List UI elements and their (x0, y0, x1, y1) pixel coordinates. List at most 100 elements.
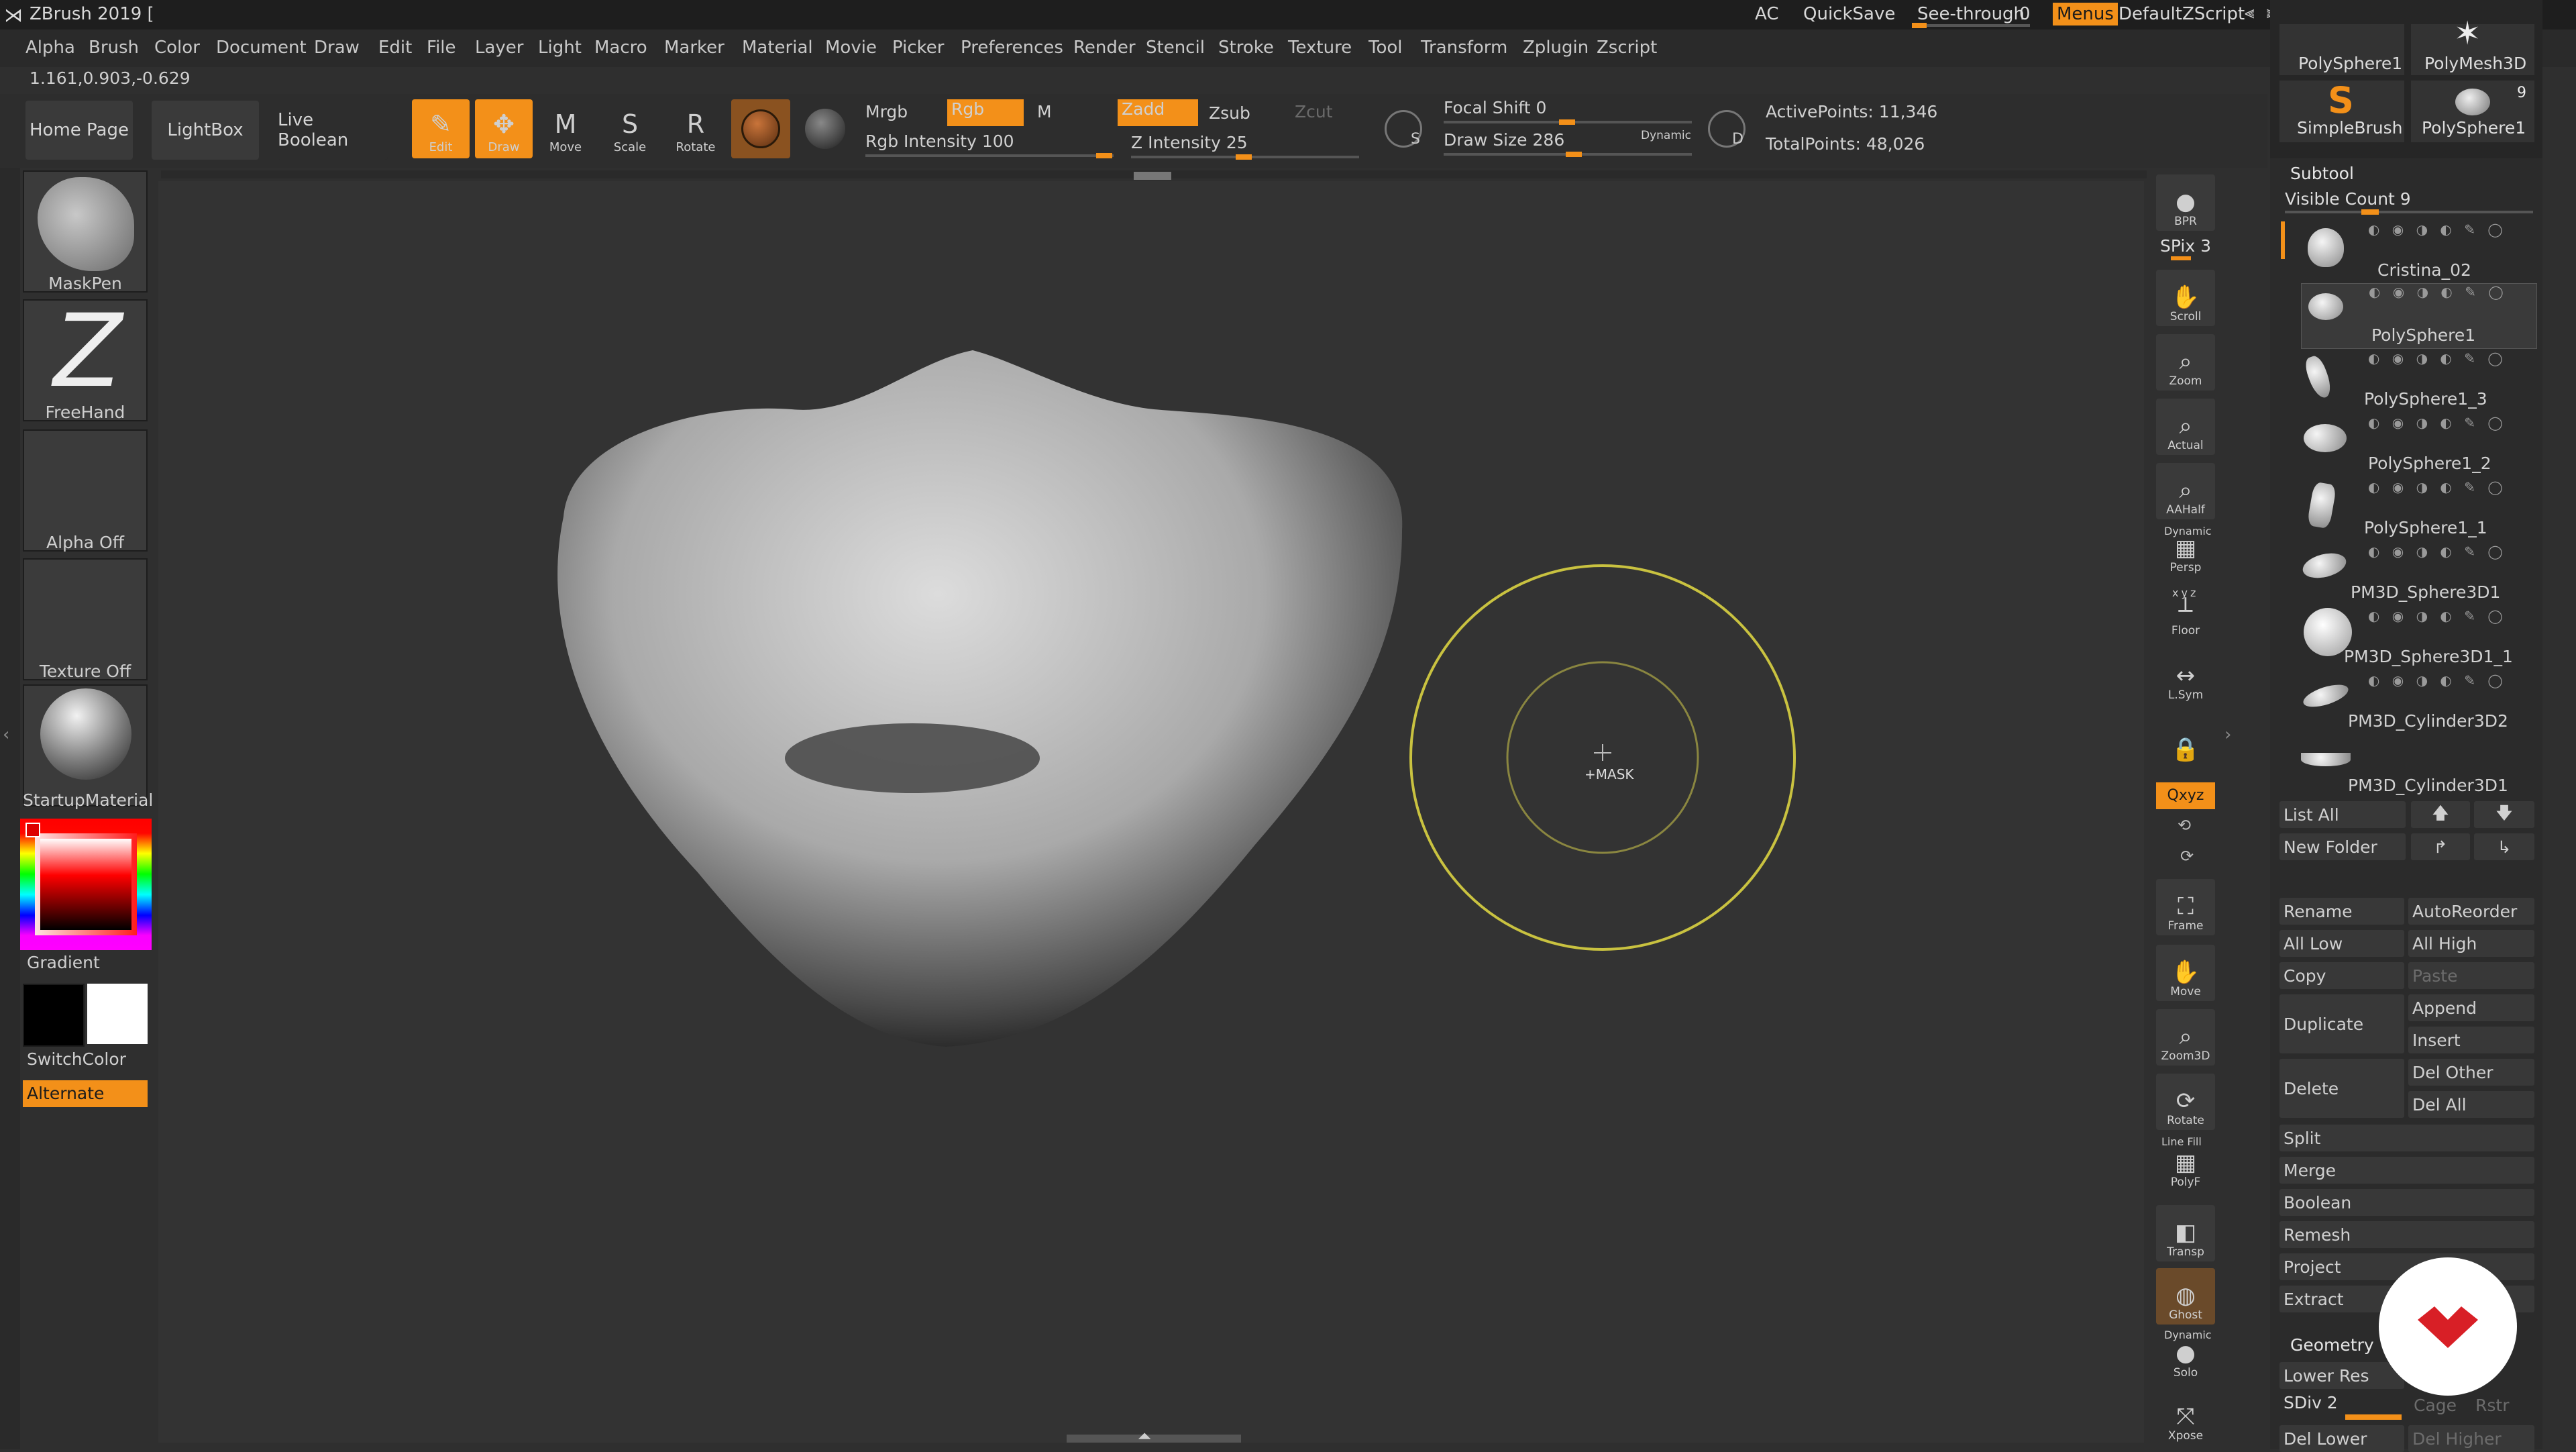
bpr-button[interactable]: ● BPR (2156, 174, 2215, 231)
subtool-row-polysphere1-2[interactable]: ◐ ◉ ◑ ◐ ✎ ◯ PolySphere1_2 (2294, 415, 2536, 479)
qxyz-button[interactable]: Qxyz (2156, 782, 2215, 809)
subtool-row-controls[interactable]: ◐ ◉ ◑ ◐ ✎ ◯ (2369, 284, 2508, 300)
menu-tool[interactable]: Tool (1368, 38, 1403, 58)
menu-zscript[interactable]: Zscript (1597, 38, 1657, 58)
rgb-button[interactable]: Rgb (947, 99, 1024, 126)
insert-button[interactable]: Insert (2408, 1027, 2534, 1053)
lazy-mouse-icon[interactable]: S (1385, 110, 1422, 148)
canvas-bottom-arrow-icon[interactable]: ⏶ (1138, 1427, 1152, 1447)
left-tray-toggle-icon[interactable]: ‹ (3, 725, 9, 745)
menu-light[interactable]: Light (538, 38, 582, 58)
move-down-arrow-icon[interactable]: 🡇 (2474, 801, 2534, 828)
sculpt-model[interactable] (483, 335, 1422, 1074)
mrgb-button[interactable]: Mrgb (865, 102, 908, 121)
subtool-row-pm3d-cylinder3d1[interactable]: PM3D_Cylinder3D1 (2294, 737, 2536, 801)
sdiv-label[interactable]: SDiv 2 (2284, 1393, 2338, 1412)
rotate-mode-button[interactable]: R Rotate (667, 99, 724, 158)
subtool-row-pm3d-sphere3d1[interactable]: ◐ ◉ ◑ ◐ ✎ ◯ PM3D_Sphere3D1 (2294, 543, 2536, 608)
all-low-button[interactable]: All Low (2279, 930, 2404, 957)
ac-button[interactable]: AC (1755, 4, 1778, 24)
subtool-row-cristina-02[interactable]: ◐ ◉ ◑ ◐ ✎ ◯ Cristina_02 (2294, 221, 2536, 286)
see-through-slider[interactable] (1912, 24, 2030, 27)
geometry-header[interactable]: Geometry (2290, 1335, 2374, 1355)
menu-stencil[interactable]: Stencil (1146, 38, 1205, 58)
subtool-row-polysphere1-3[interactable]: ◐ ◉ ◑ ◐ ✎ ◯ PolySphere1_3 (2294, 350, 2536, 415)
main-color-swatch[interactable] (23, 984, 85, 1047)
polyf-button[interactable]: ▦ PolyF (2156, 1145, 2215, 1192)
subtool-row-pm3d-cylinder3d2[interactable]: ◐ ◉ ◑ ◐ ✎ ◯ PM3D_Cylinder3D2 (2294, 672, 2536, 737)
merge-button[interactable]: Merge (2279, 1157, 2534, 1184)
draw-size-handle[interactable] (1566, 152, 1582, 157)
menu-alpha[interactable]: Alpha (25, 38, 75, 58)
right-tray-toggle-icon[interactable]: › (2224, 725, 2231, 745)
menu-layer[interactable]: Layer (475, 38, 524, 58)
menu-picker[interactable]: Picker (892, 38, 944, 58)
sdiv-slider-handle[interactable] (2345, 1414, 2402, 1420)
folder-up-icon[interactable]: ↱ (2411, 833, 2470, 860)
menu-movie[interactable]: Movie (825, 38, 877, 58)
new-folder-button[interactable]: New Folder (2279, 833, 2406, 860)
subtool-row-controls[interactable]: ◐ ◉ ◑ ◐ ✎ ◯ (2368, 608, 2507, 624)
m-button[interactable]: M (1037, 102, 1052, 121)
canvas-bottom-scrollbar[interactable] (1067, 1435, 1241, 1443)
rgb-intensity-slider[interactable] (865, 154, 1114, 157)
subtool-row-controls[interactable]: ◐ ◉ ◑ ◐ ✎ ◯ (2368, 221, 2507, 238)
actual-button[interactable]: ⌕ Actual (2156, 399, 2215, 455)
cage-button[interactable]: Cage (2414, 1396, 2457, 1415)
menu-macro[interactable]: Macro (594, 38, 647, 58)
rgb-intensity-label[interactable]: Rgb Intensity 100 (865, 132, 1014, 151)
autoreorder-button[interactable]: AutoReorder (2408, 898, 2534, 925)
subtool-row-controls[interactable]: ◐ ◉ ◑ ◐ ✎ ◯ (2368, 479, 2507, 495)
z-intensity-label[interactable]: Z Intensity 25 (1131, 133, 1248, 152)
subtool-row-polysphere1[interactable]: ◐ ◉ ◑ ◐ ✎ ◯ PolySphere1 (2301, 283, 2537, 349)
edit-mode-button[interactable]: ✎ Edit (412, 99, 470, 158)
remesh-button[interactable]: Remesh (2279, 1221, 2534, 1248)
delete-button[interactable]: Delete (2279, 1059, 2404, 1118)
rstr-button[interactable]: Rstr (2475, 1396, 2509, 1415)
live-boolean-button[interactable]: Live Boolean (278, 101, 388, 160)
dynamic-icon[interactable]: D (1708, 110, 1746, 148)
spix-slider-handle[interactable] (2171, 256, 2191, 260)
del-higher-button[interactable]: Del Higher (2408, 1425, 2534, 1452)
persp-button[interactable]: ▦ Persp (2156, 535, 2215, 577)
layout-left-icon[interactable]: ⫷ (2245, 3, 2267, 23)
default-zscript[interactable]: DefaultZScript (2118, 4, 2245, 24)
all-high-button[interactable]: All High (2408, 930, 2534, 957)
append-button[interactable]: Append (2408, 994, 2534, 1021)
draw-mode-button[interactable]: ✥ Draw (475, 99, 533, 158)
scroll-button[interactable]: ✋ Scroll (2156, 270, 2215, 326)
lock-button[interactable]: 🔒 (2156, 722, 2215, 765)
lower-res-button[interactable]: Lower Res (2279, 1362, 2404, 1389)
visible-count-label[interactable]: Visible Count 9 (2285, 189, 2411, 209)
move-view-button[interactable]: ✋ Move (2156, 945, 2215, 1001)
move-up-arrow-icon[interactable]: 🡅 (2411, 801, 2470, 828)
focal-shift-handle[interactable] (1559, 119, 1575, 125)
rotate-view-button[interactable]: ⟳ Rotate (2156, 1074, 2215, 1130)
material-picker-button[interactable] (731, 99, 790, 158)
visible-count-handle[interactable] (2361, 209, 2379, 215)
menus-toggle[interactable]: Menus (2053, 3, 2118, 25)
subtool-header[interactable]: Subtool (2290, 164, 2354, 183)
subtool-row-controls[interactable]: ◐ ◉ ◑ ◐ ✎ ◯ (2368, 350, 2507, 366)
duplicate-button[interactable]: Duplicate (2279, 994, 2404, 1053)
transp-button[interactable]: ◧ Transp (2156, 1205, 2215, 1261)
move-mode-button[interactable]: M Move (537, 99, 594, 158)
menu-edit[interactable]: Edit (378, 38, 412, 58)
quicksave-button[interactable]: QuickSave (1803, 4, 1895, 24)
zcut-button[interactable]: Zcut (1295, 102, 1333, 121)
split-button[interactable]: Split (2279, 1125, 2534, 1151)
menu-material[interactable]: Material (742, 38, 813, 58)
home-page-button[interactable]: Home Page (25, 101, 133, 160)
subtool-row-controls[interactable]: ◐ ◉ ◑ ◐ ✎ ◯ (2368, 415, 2507, 431)
rgb-intensity-handle[interactable] (1096, 153, 1112, 158)
aahalf-button[interactable]: ⌕ AAHalf (2156, 463, 2215, 519)
copy-button[interactable]: Copy (2279, 962, 2404, 989)
rotate-z-icon[interactable]: ⟳ (2180, 847, 2194, 866)
gradient-label[interactable]: Gradient (27, 953, 100, 972)
alternate-button[interactable]: Alternate (23, 1080, 148, 1107)
lightbox-button[interactable]: LightBox (152, 101, 259, 160)
subtool-row-controls[interactable]: ◐ ◉ ◑ ◐ ✎ ◯ (2368, 672, 2507, 688)
list-all-button[interactable]: List All (2279, 801, 2406, 828)
subtool-row-controls[interactable]: ◐ ◉ ◑ ◐ ✎ ◯ (2368, 543, 2507, 560)
menu-stroke[interactable]: Stroke (1218, 38, 1274, 58)
